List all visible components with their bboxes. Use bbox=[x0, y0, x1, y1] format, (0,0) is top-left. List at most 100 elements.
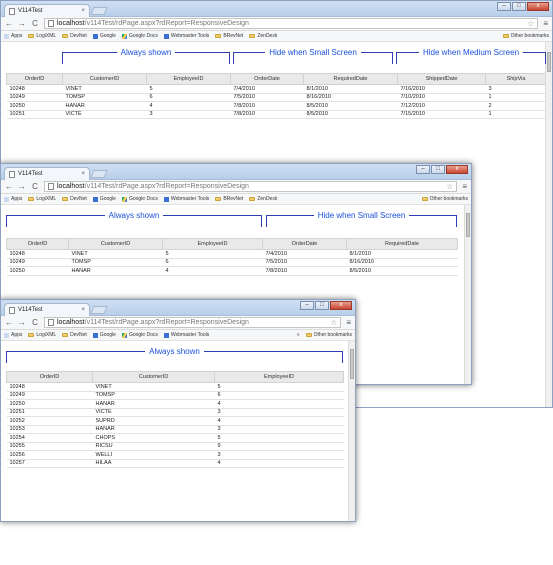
back-arrow-icon[interactable]: ← bbox=[5, 19, 13, 28]
bookmark-google-docs[interactable]: Google Docs bbox=[121, 196, 158, 202]
reload-icon[interactable]: C bbox=[31, 318, 39, 327]
table-row[interactable]: 10251 VICTE 3 bbox=[6, 408, 344, 417]
maximize-icon[interactable]: □ bbox=[315, 301, 329, 310]
tab-close-icon[interactable]: × bbox=[81, 8, 85, 14]
bookmark-logixml[interactable]: LogiXML bbox=[28, 33, 56, 39]
table-row[interactable]: 10249 TOMSP 6 7/5/2010 8/16/2010 7/10/2010 1 bbox=[6, 93, 547, 102]
bookmark-logixml[interactable]: LogiXML bbox=[28, 196, 56, 202]
col-header-shippeddate[interactable]: ShippedDate bbox=[397, 73, 486, 85]
tab-close-icon[interactable]: × bbox=[81, 171, 85, 177]
bookmark-brevnet[interactable]: BRevNet bbox=[215, 33, 243, 39]
forward-arrow-icon[interactable]: → bbox=[18, 318, 26, 327]
bookmark-zendesk[interactable]: ZenDesk bbox=[249, 196, 277, 202]
col-header-orderid[interactable]: OrderID bbox=[6, 73, 63, 85]
bookmark-devnet[interactable]: DevNet bbox=[62, 33, 87, 39]
new-tab-button[interactable] bbox=[90, 306, 108, 314]
minimize-icon[interactable]: – bbox=[497, 2, 511, 11]
forward-arrow-icon[interactable]: → bbox=[18, 182, 26, 191]
bookmark-logixml[interactable]: LogiXML bbox=[28, 332, 56, 338]
table-row[interactable]: 10252 SUPRD 4 bbox=[6, 416, 344, 426]
reload-icon[interactable]: C bbox=[31, 19, 39, 28]
table-row[interactable]: 10249 TOMSP 6 7/5/2010 8/16/2010 bbox=[6, 258, 458, 267]
table-row[interactable]: 10249 TOMSP 6 bbox=[6, 391, 344, 400]
bookmark-webmaster-tools[interactable]: Webmaster Tools bbox=[163, 33, 209, 39]
scrollbar-thumb[interactable] bbox=[466, 213, 470, 237]
menu-icon[interactable]: ≡ bbox=[462, 182, 467, 191]
col-header-orderdate[interactable]: OrderDate bbox=[262, 238, 347, 250]
bookmark-apps[interactable]: Apps bbox=[4, 332, 22, 338]
col-header-customerid[interactable]: CustomerID bbox=[92, 371, 215, 383]
back-arrow-icon[interactable]: ← bbox=[5, 182, 13, 191]
vertical-scrollbar[interactable] bbox=[545, 42, 552, 407]
browser-tab[interactable]: V114Test × bbox=[4, 167, 90, 180]
table-row[interactable]: 10248 VINET 5 bbox=[6, 382, 344, 392]
col-header-orderdate[interactable]: OrderDate bbox=[230, 73, 304, 85]
bookmark-devnet[interactable]: DevNet bbox=[62, 332, 87, 338]
scrollbar-thumb[interactable] bbox=[547, 52, 551, 72]
browser-tab[interactable]: V114Test × bbox=[4, 303, 90, 316]
reload-icon[interactable]: C bbox=[31, 182, 39, 191]
bookmark-star-icon[interactable]: ☆ bbox=[330, 318, 337, 327]
close-window-icon[interactable]: x bbox=[527, 2, 549, 11]
table-row[interactable]: 10257 HILAA 4 bbox=[6, 459, 344, 468]
col-header-requireddate[interactable]: RequiredDate bbox=[346, 238, 458, 250]
bookmark-other[interactable]: Other bookmarks bbox=[305, 332, 352, 338]
menu-icon[interactable]: ≡ bbox=[543, 19, 548, 28]
col-header-customerid[interactable]: CustomerID bbox=[62, 73, 147, 85]
col-header-orderid[interactable]: OrderID bbox=[6, 371, 93, 383]
bookmark-overflow-chevron[interactable]: » bbox=[297, 332, 300, 338]
bookmark-brevnet[interactable]: BRevNet bbox=[215, 196, 243, 202]
minimize-icon[interactable]: – bbox=[300, 301, 314, 310]
bookmark-zendesk[interactable]: ZenDesk bbox=[249, 33, 277, 39]
menu-icon[interactable]: ≡ bbox=[346, 318, 351, 327]
table-row[interactable]: 10250 HANAR 4 7/8/2010 8/5/2010 7/12/2010 2 bbox=[6, 101, 547, 111]
maximize-icon[interactable]: □ bbox=[512, 2, 526, 11]
table-row[interactable]: 10251 VICTE 3 7/8/2010 8/5/2010 7/15/2010 1 bbox=[6, 110, 547, 119]
col-header-customerid[interactable]: CustomerID bbox=[68, 238, 163, 250]
bookmark-apps[interactable]: Apps bbox=[4, 196, 22, 202]
address-bar[interactable]: localhost/v114Test/rdPage.aspx?rdReport=… bbox=[44, 317, 342, 328]
col-header-requireddate[interactable]: RequiredDate bbox=[303, 73, 398, 85]
table-row[interactable]: 10255 RICSU 9 bbox=[6, 442, 344, 451]
bookmark-google[interactable]: Google bbox=[92, 196, 116, 202]
bookmark-devnet[interactable]: DevNet bbox=[62, 196, 87, 202]
bookmark-other[interactable]: Other bookmarks bbox=[502, 33, 549, 39]
forward-arrow-icon[interactable]: → bbox=[18, 19, 26, 28]
bookmark-webmaster-tools[interactable]: Webmaster Tools bbox=[163, 196, 209, 202]
bookmark-google[interactable]: Google bbox=[92, 33, 116, 39]
bookmark-google-docs[interactable]: Google Docs bbox=[121, 33, 158, 39]
scrollbar-thumb[interactable] bbox=[350, 349, 354, 379]
table-row[interactable]: 10256 WELLI 3 bbox=[6, 450, 344, 460]
table-row[interactable]: 10254 CHOPS 5 bbox=[6, 433, 344, 443]
tab-close-icon[interactable]: × bbox=[81, 307, 85, 313]
new-tab-button[interactable] bbox=[90, 170, 108, 178]
table-row[interactable]: 10250 HANAR 4 7/8/2010 8/5/2010 bbox=[6, 266, 458, 276]
bookmark-star-icon[interactable]: ☆ bbox=[446, 182, 453, 191]
col-header-employeeid[interactable]: EmployeeID bbox=[214, 371, 344, 383]
close-window-icon[interactable]: x bbox=[446, 165, 468, 174]
table-row[interactable]: 10250 HANAR 4 bbox=[6, 399, 344, 409]
vertical-scrollbar[interactable] bbox=[464, 205, 471, 384]
new-tab-button[interactable] bbox=[90, 7, 108, 15]
bookmark-apps[interactable]: Apps bbox=[4, 33, 22, 39]
table-row[interactable]: 10248 VINET 5 7/4/2010 8/1/2010 7/16/2010 3 bbox=[6, 84, 547, 94]
bookmark-other[interactable]: Other bookmarks bbox=[421, 196, 468, 202]
bookmark-webmaster-tools[interactable]: Webmaster Tools bbox=[163, 332, 209, 338]
table-row[interactable]: 10248 VINET 5 7/4/2010 8/1/2010 bbox=[6, 249, 458, 259]
minimize-icon[interactable]: – bbox=[416, 165, 430, 174]
col-header-orderid[interactable]: OrderID bbox=[6, 238, 69, 250]
table-row[interactable]: 10253 HANAR 3 bbox=[6, 425, 344, 434]
col-header-employeeid[interactable]: EmployeeID bbox=[162, 238, 263, 250]
maximize-icon[interactable]: □ bbox=[431, 165, 445, 174]
col-header-employeeid[interactable]: EmployeeID bbox=[146, 73, 231, 85]
browser-tab[interactable]: V114Test × bbox=[4, 4, 90, 17]
col-header-shipvia[interactable]: ShipVia bbox=[485, 73, 547, 85]
address-bar[interactable]: localhost/v114Test/rdPage.aspx?rdReport=… bbox=[44, 181, 458, 192]
bookmark-google-docs[interactable]: Google Docs bbox=[121, 332, 158, 338]
vertical-scrollbar[interactable] bbox=[348, 341, 355, 521]
address-bar[interactable]: localhost/v114Test/rdPage.aspx?rdReport=… bbox=[44, 18, 539, 29]
bookmark-google[interactable]: Google bbox=[92, 332, 116, 338]
close-window-icon[interactable]: x bbox=[330, 301, 352, 310]
bookmark-star-icon[interactable]: ☆ bbox=[527, 19, 534, 28]
back-arrow-icon[interactable]: ← bbox=[5, 318, 13, 327]
